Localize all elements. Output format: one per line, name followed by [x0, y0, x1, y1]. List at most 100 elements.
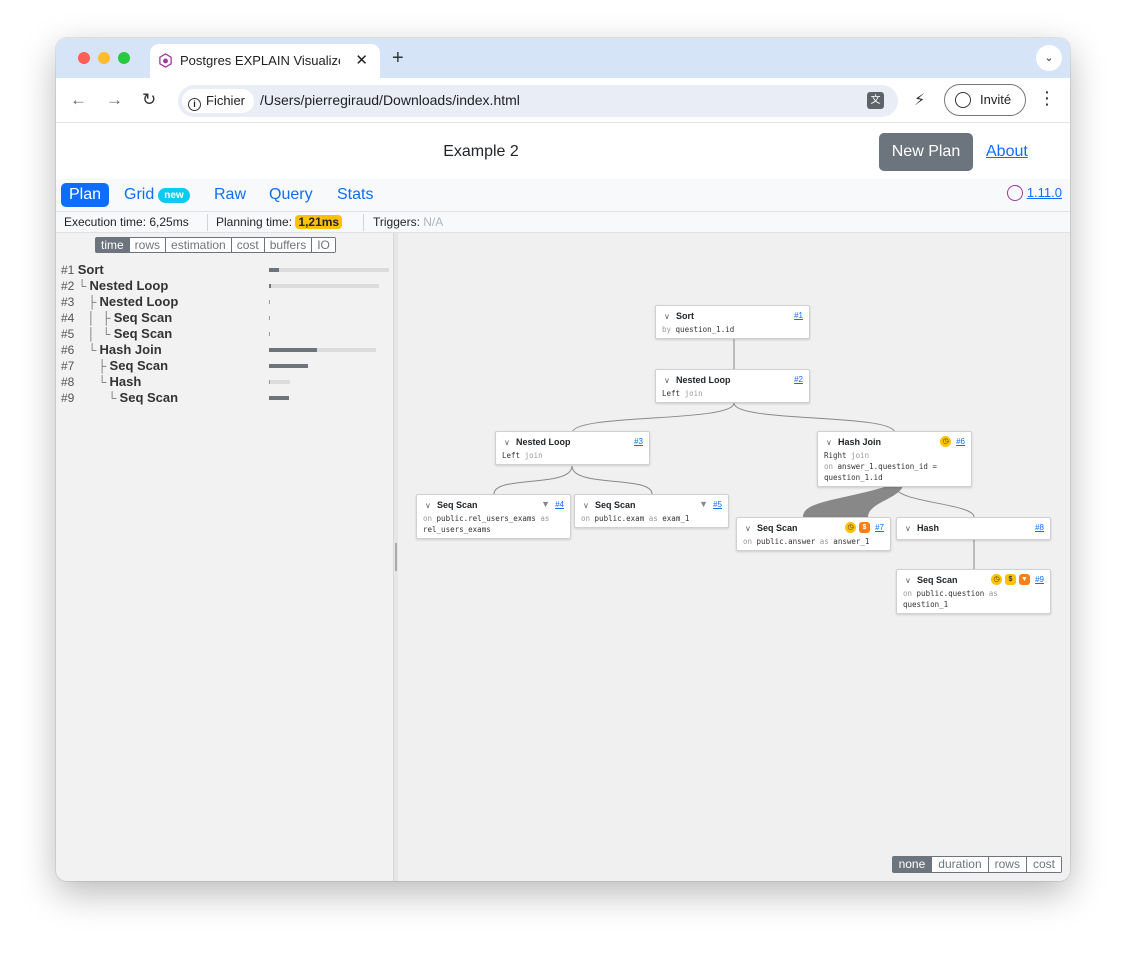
detail-keyword: as: [984, 589, 998, 598]
clock-icon: ◷: [991, 574, 1002, 585]
node-title: Nested Loop: [516, 437, 571, 447]
collapse-chevron-icon[interactable]: ∨: [504, 438, 510, 447]
node-id-link[interactable]: #1: [794, 311, 803, 320]
collapse-chevron-icon[interactable]: ∨: [583, 501, 589, 510]
address-bar[interactable]: i Fichier /Users/pierregiraud/Downloads/i…: [178, 85, 898, 117]
tab-query[interactable]: Query: [269, 183, 313, 207]
tree-row[interactable]: #5 │ └ Seq Scan: [61, 326, 391, 342]
plan-node-6[interactable]: ∨ Hash Join ◷ #6 Right join on answer_1.…: [817, 431, 972, 487]
profile-label: Invité: [980, 92, 1012, 107]
profile-icon: [955, 92, 971, 108]
metric-bar: [269, 268, 389, 272]
node-id-link[interactable]: #4: [555, 500, 564, 509]
tree-row[interactable]: #6 └ Hash Join: [61, 342, 391, 358]
close-tab-icon[interactable]: ✕: [355, 51, 368, 69]
plan-node-8[interactable]: ∨ Hash #8: [896, 517, 1051, 540]
about-link[interactable]: About: [986, 143, 1028, 161]
node-id-link[interactable]: #2: [794, 375, 803, 384]
browser-menu-icon[interactable]: ⋮: [1038, 88, 1056, 109]
profile-button[interactable]: Invité: [944, 84, 1026, 116]
collapse-chevron-icon[interactable]: ∨: [905, 524, 911, 533]
node-title: Hash Join: [838, 437, 882, 447]
extensions-icon[interactable]: ⚡: [914, 90, 925, 110]
metric-time[interactable]: time: [96, 238, 130, 252]
plan-node-2[interactable]: ∨ Nested Loop #2 Left join: [655, 369, 810, 403]
plan-node-3[interactable]: ∨ Nested Loop #3 Left join: [495, 431, 650, 465]
metric-bar-fill: [269, 348, 317, 352]
collapse-chevron-icon[interactable]: ∨: [664, 376, 670, 385]
collapse-chevron-icon[interactable]: ∨: [425, 501, 431, 510]
back-arrow-icon[interactable]: ←: [70, 90, 87, 110]
collapse-chevron-icon[interactable]: ∨: [826, 438, 832, 447]
tree-row[interactable]: #3 ├ Nested Loop: [61, 294, 391, 310]
metric-rows[interactable]: rows: [129, 238, 167, 252]
node-id-link[interactable]: #5: [713, 500, 722, 509]
node-detail: on public.question as: [903, 589, 998, 598]
tree-row[interactable]: #1 Sort: [61, 262, 391, 278]
tree-branch: └: [74, 391, 120, 405]
plan-node-9[interactable]: ∨ Seq Scan ◷ $ ▼ #9 on public.question a…: [896, 569, 1051, 614]
node-detail: Left join: [502, 451, 543, 460]
version-link[interactable]: 1.11.0: [1006, 185, 1062, 201]
forward-arrow-icon[interactable]: →: [106, 90, 123, 110]
tree-row[interactable]: #9 └ Seq Scan: [61, 390, 391, 406]
url-text[interactable]: /Users/pierregiraud/Downloads/index.html: [260, 92, 520, 108]
node-detail-alias: rel_users_exams: [423, 525, 491, 534]
tab-plan[interactable]: Plan: [61, 183, 110, 207]
triggers-value: N/A: [423, 215, 444, 229]
node-id-link[interactable]: #9: [1035, 575, 1044, 584]
plan-node-7[interactable]: ∨ Seq Scan ◷ $ #7 on public.answer as an…: [736, 517, 891, 551]
maximize-window-button[interactable]: [118, 52, 130, 64]
new-plan-button[interactable]: New Plan: [879, 133, 973, 171]
node-id-link[interactable]: #6: [956, 437, 965, 446]
node-number: #8: [61, 375, 75, 389]
close-window-button[interactable]: [78, 52, 90, 64]
splitter-grip[interactable]: [395, 543, 397, 571]
tree-row[interactable]: #4 │ ├ Seq Scan: [61, 310, 391, 326]
reload-icon[interactable]: ↻: [142, 90, 156, 110]
plan-node-1[interactable]: ∨ Sort #1 by question_1.id: [655, 305, 810, 339]
detail-keyword: on: [581, 514, 591, 523]
highlight-none[interactable]: none: [892, 857, 933, 872]
site-info-chip[interactable]: i Fichier: [182, 89, 255, 113]
node-id-link[interactable]: #8: [1035, 523, 1044, 532]
detail-keyword: as: [535, 514, 550, 523]
collapse-chevron-icon[interactable]: ∨: [745, 524, 751, 533]
node-id-link[interactable]: #7: [875, 523, 884, 532]
tree-row[interactable]: #2 └ Nested Loop: [61, 278, 391, 294]
tab-raw[interactable]: Raw: [214, 183, 246, 207]
execution-time: Execution time: 6,25ms: [64, 215, 189, 229]
collapse-chevron-icon[interactable]: ∨: [905, 576, 911, 585]
tab-stats[interactable]: Stats: [337, 183, 373, 207]
clock-icon: ◷: [845, 522, 856, 533]
new-tab-icon[interactable]: +: [392, 47, 404, 70]
tab-grid[interactable]: Grid new: [124, 183, 190, 207]
metric-cost[interactable]: cost: [231, 238, 265, 252]
tree-branch: ├: [74, 295, 100, 309]
highlight-cost[interactable]: cost: [1026, 857, 1061, 872]
metric-IO[interactable]: IO: [312, 238, 335, 252]
metric-estimation[interactable]: estimation: [166, 238, 232, 252]
plan-node-5[interactable]: ∨ Seq Scan ▼ #5 on public.exam as exam_1: [574, 494, 729, 528]
node-name: Hash Join: [99, 342, 162, 357]
node-name: Seq Scan: [113, 326, 173, 341]
translate-icon[interactable]: 文: [867, 92, 884, 109]
minimize-window-button[interactable]: [98, 52, 110, 64]
node-detail-alias: question_1: [903, 600, 949, 609]
node-id-link[interactable]: #3: [634, 437, 643, 446]
metric-buffers[interactable]: buffers: [264, 238, 313, 252]
node-detail-condition: on answer_1.question_id =: [824, 462, 937, 471]
info-icon: i: [188, 98, 201, 111]
highlight-rows[interactable]: rows: [988, 857, 1027, 872]
cost-dollar-icon: $: [859, 522, 870, 533]
tree-row[interactable]: #8 └ Hash: [61, 374, 391, 390]
highlight-duration[interactable]: duration: [932, 857, 989, 872]
tab-search-chevron-icon[interactable]: ⌄: [1036, 45, 1062, 71]
plan-node-4[interactable]: ∨ Seq Scan ▼ #4 on public.rel_users_exam…: [416, 494, 571, 539]
browser-tab[interactable]: Postgres EXPLAIN Visualizer 2 ✕: [150, 44, 380, 78]
collapse-chevron-icon[interactable]: ∨: [664, 312, 670, 321]
filter-icon: ▼: [541, 499, 550, 509]
detail-keyword: as: [815, 537, 829, 546]
plan-title: Example 2: [443, 143, 519, 160]
tree-row[interactable]: #7 ├ Seq Scan: [61, 358, 391, 374]
